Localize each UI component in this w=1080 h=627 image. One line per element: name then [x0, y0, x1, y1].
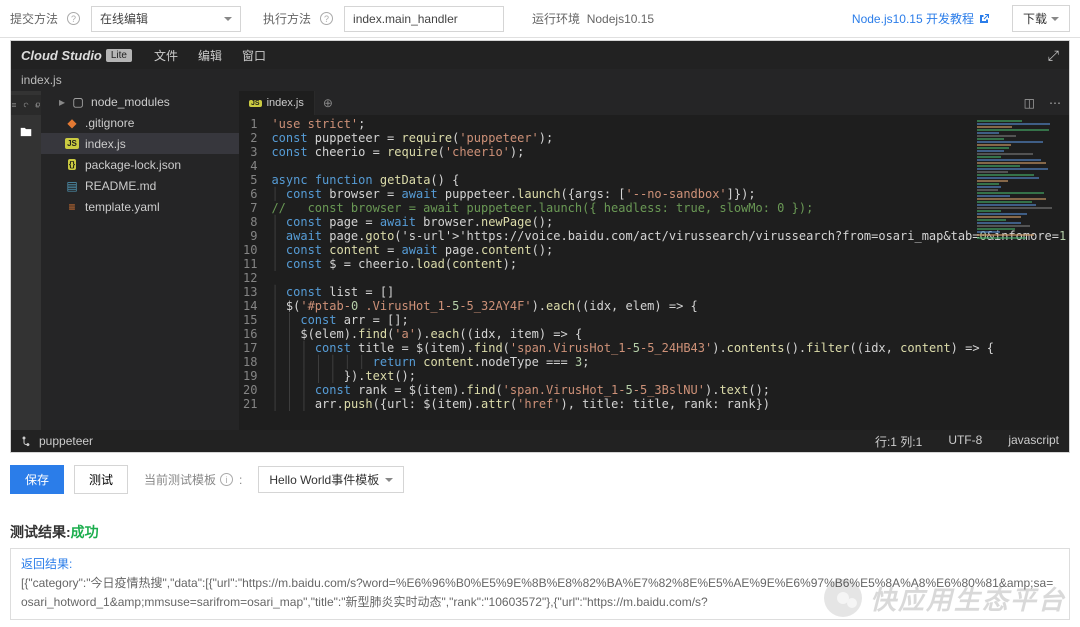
fullscreen-icon[interactable]: ⤢ — [1048, 47, 1059, 64]
tree-folder-node-modules[interactable]: ▸▢node_modules — [41, 91, 239, 112]
tree-file-package-lock[interactable]: {}package-lock.json — [41, 154, 239, 175]
submit-method-label: 提交方法 — [10, 10, 58, 27]
watermark: 快应用生态平台 — [824, 579, 1066, 617]
ide-panel: Cloud Studio Lite 文件 编辑 窗口 ⤢ index.js ▸▢… — [10, 40, 1070, 453]
help-icon[interactable]: i — [220, 473, 233, 486]
activity-bar — [11, 91, 41, 430]
menu-file[interactable]: 文件 — [154, 47, 178, 64]
submit-method-value: 在线编辑 — [100, 10, 148, 27]
tab-indexjs[interactable]: JSindex.js — [239, 91, 315, 115]
current-template-label: 当前测试模板i: — [138, 466, 248, 493]
tab-more-icon[interactable]: ⋯ — [1041, 96, 1069, 110]
exec-method-label: 执行方法 — [263, 10, 311, 27]
status-position[interactable]: 行:1 列:1 — [875, 433, 922, 450]
lite-badge: Lite — [106, 49, 132, 62]
split-editor-icon[interactable]: ◫ — [1018, 96, 1041, 110]
file-explorer: ▸▢node_modules ◆.gitignore JSindex.js {}… — [41, 91, 239, 430]
tree-file-template[interactable]: ≡template.yaml — [41, 196, 239, 217]
chevron-down-icon — [1051, 17, 1059, 21]
tab-bar: JSindex.js ⊕ ◫ ⋯ — [239, 91, 1069, 115]
ide-titlebar: Cloud Studio Lite 文件 编辑 窗口 ⤢ — [11, 41, 1069, 69]
ide-menu: 文件 编辑 窗口 — [154, 47, 266, 64]
download-button[interactable]: 下载 — [1012, 5, 1070, 32]
chevron-down-icon — [385, 478, 393, 482]
branch-icon — [21, 435, 33, 447]
tree-file-gitignore[interactable]: ◆.gitignore — [41, 112, 239, 133]
menu-edit[interactable]: 编辑 — [198, 47, 222, 64]
help-icon[interactable]: ? — [320, 12, 333, 25]
status-branch[interactable]: puppeteer — [39, 434, 93, 448]
open-file-bar: index.js — [11, 69, 1069, 91]
ide-brand: Cloud Studio — [21, 48, 102, 63]
external-link-icon — [978, 13, 990, 25]
help-icon[interactable]: ? — [67, 12, 80, 25]
list-icon[interactable] — [11, 98, 17, 112]
code-area[interactable]: 1 2 3 4 5 6 7 8 9 10 11 12 13 14 15 16 1… — [239, 115, 1069, 430]
test-result-header: 测试结果:成功 — [10, 522, 1070, 542]
status-language[interactable]: javascript — [1008, 433, 1059, 450]
files-icon[interactable] — [19, 125, 33, 139]
editor: JSindex.js ⊕ ◫ ⋯ 1 2 3 4 5 6 7 8 9 10 11… — [239, 91, 1069, 430]
explorer-toolbar — [11, 95, 41, 115]
ide-statusbar: puppeteer 行:1 列:1 UTF-8 javascript — [11, 430, 1069, 452]
exec-method-value: index.main_handler — [353, 12, 458, 26]
status-encoding[interactable]: UTF-8 — [948, 433, 982, 450]
template-select[interactable]: Hello World事件模板 — [258, 466, 404, 493]
return-label: 返回结果: — [21, 555, 1059, 574]
tutorial-link[interactable]: Node.js10.15 开发教程 — [852, 10, 990, 27]
chevron-down-icon — [224, 17, 232, 21]
submit-method-select[interactable]: 在线编辑 — [91, 6, 241, 32]
refresh-icon[interactable] — [23, 98, 29, 112]
menu-window[interactable]: 窗口 — [242, 47, 266, 64]
tree-file-indexjs[interactable]: JSindex.js — [41, 133, 239, 154]
tab-add-button[interactable]: ⊕ — [315, 96, 341, 110]
tree-file-readme[interactable]: ▤README.md — [41, 175, 239, 196]
line-numbers: 1 2 3 4 5 6 7 8 9 10 11 12 13 14 15 16 1… — [239, 115, 267, 430]
test-button[interactable]: 测试 — [74, 465, 128, 494]
wechat-icon — [824, 579, 862, 617]
save-button[interactable]: 保存 — [10, 465, 64, 494]
code-content[interactable]: 'use strict'; const puppeteer = require(… — [267, 115, 1069, 430]
minimap[interactable] — [975, 119, 1065, 229]
open-file-name: index.js — [21, 73, 62, 87]
runtime-label: 运行环境 Nodejs10.15 — [532, 10, 654, 27]
action-row: 保存 测试 当前测试模板i: Hello World事件模板 — [10, 465, 1070, 494]
config-header: 提交方法 ? 在线编辑 执行方法 ? index.main_handler 运行… — [0, 0, 1080, 38]
exec-method-input[interactable]: index.main_handler — [344, 6, 504, 32]
result-status: 成功 — [71, 524, 99, 540]
